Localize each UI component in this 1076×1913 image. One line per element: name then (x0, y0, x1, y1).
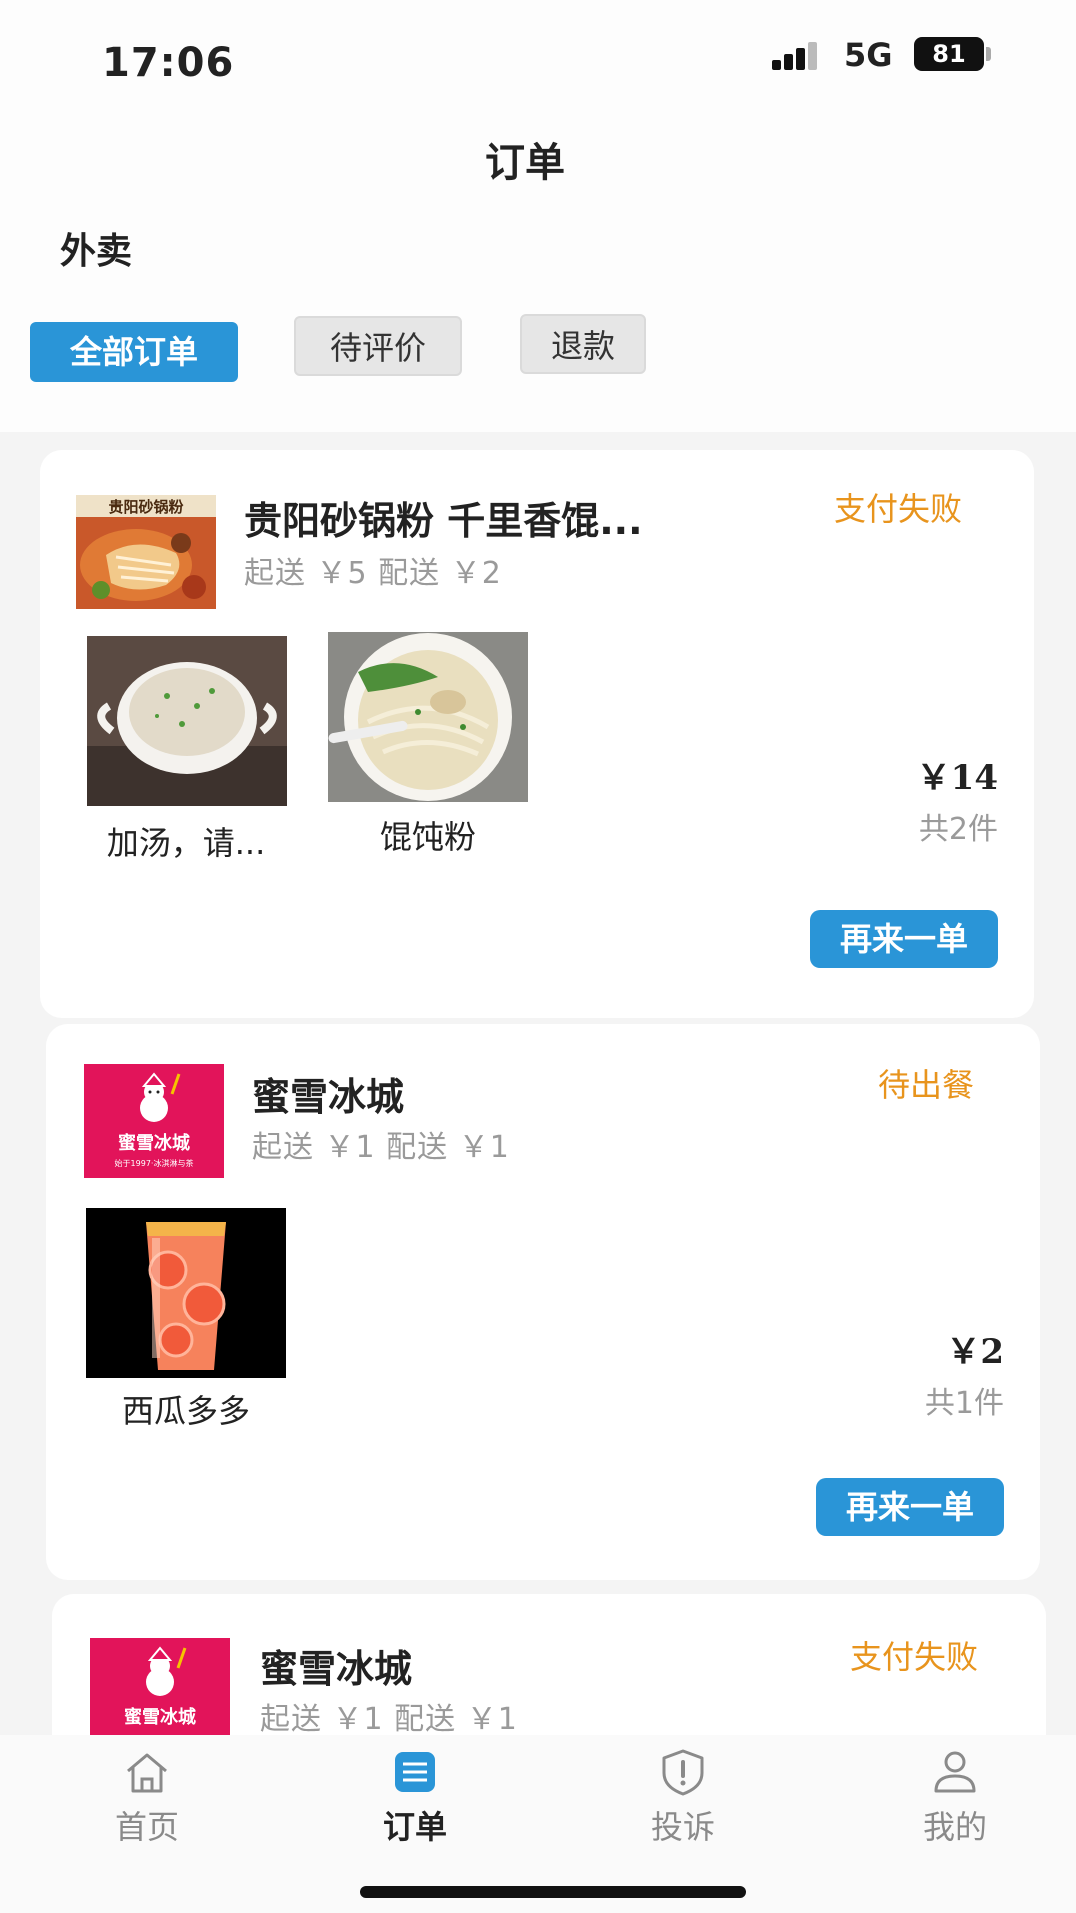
order-total-price: ￥2 (946, 1332, 1004, 1372)
tab-label: 投诉 (650, 1808, 715, 1846)
shop-name[interactable]: 蜜雪冰城 (260, 1638, 412, 1693)
battery-tip (986, 47, 991, 61)
order-status: 支付失败 (850, 1638, 979, 1676)
tab-home[interactable]: 首页 (72, 1747, 222, 1857)
filter-pending-review[interactable]: 待评价 (294, 316, 462, 376)
shop-name[interactable]: 贵阳砂锅粉 千里香馄... (244, 490, 643, 545)
shop-name[interactable]: 蜜雪冰城 (252, 1066, 404, 1121)
header-area: 17:06 5G 81 订单 外卖 全部订单 待评价 退款 (0, 0, 1076, 432)
item-name: 西瓜多多 (121, 1392, 250, 1430)
shop-logo-mixue: 蜜雪冰城 始于1997·冰淇淋与茶 (84, 1064, 224, 1178)
filter-all-orders[interactable]: 全部订单 (30, 322, 238, 382)
order-total-price: ￥14 (916, 758, 998, 798)
order-status: 支付失败 (834, 490, 963, 528)
shop-fees: 起送 ￥1 配送 ￥1 (260, 1702, 518, 1737)
complaint-shield-icon (662, 1749, 704, 1796)
section-label-takeout: 外卖 (60, 231, 133, 272)
item-image-watermelon-drink[interactable] (86, 1208, 286, 1378)
signal-icon (772, 42, 828, 70)
reorder-button[interactable]: 再来一单 (816, 1478, 1004, 1536)
page-title: 订单 (485, 140, 565, 186)
shop-fees: 起送 ￥1 配送 ￥1 (252, 1130, 510, 1165)
order-item-count: 共2件 (918, 812, 998, 847)
order-status: 待出餐 (878, 1066, 975, 1104)
shop-logo: 贵阳砂锅粉 (76, 495, 216, 609)
item-image-soup[interactable] (87, 636, 287, 806)
home-indicator[interactable] (360, 1886, 746, 1898)
svg-text:贵阳砂锅粉: 贵阳砂锅粉 (108, 498, 183, 516)
item-name: 加汤，请... (106, 824, 266, 862)
order-card[interactable]: 贵阳砂锅粉 贵阳砂锅粉 千里香馄... 起送 ￥5 配送 ￥2 支付失败 加汤，… (40, 450, 1034, 1018)
order-list-icon (395, 1752, 435, 1792)
reorder-button[interactable]: 再来一单 (810, 910, 998, 968)
filter-refund[interactable]: 退款 (520, 314, 646, 374)
shop-fees: 起送 ￥5 配送 ￥2 (244, 556, 502, 591)
item-name: 馄饨粉 (379, 818, 476, 856)
home-icon (127, 1753, 167, 1793)
item-image-wonton-noodles[interactable] (328, 632, 528, 802)
tab-label: 首页 (114, 1808, 179, 1846)
tab-complaint[interactable]: 投诉 (608, 1747, 758, 1857)
battery-icon: 81 (914, 37, 984, 71)
tab-orders[interactable]: 订单 (340, 1747, 490, 1857)
tab-label: 我的 (922, 1808, 987, 1846)
network-type: 5G (844, 36, 893, 74)
svg-text:始于1997·冰淇淋与茶: 始于1997·冰淇淋与茶 (115, 1158, 194, 1168)
tab-profile[interactable]: 我的 (880, 1747, 1030, 1857)
svg-text:蜜雪冰城: 蜜雪冰城 (118, 1132, 190, 1154)
order-item-count: 共1件 (924, 1386, 1004, 1421)
tab-label: 订单 (382, 1808, 447, 1846)
order-card[interactable]: 蜜雪冰城 始于1997·冰淇淋与茶 蜜雪冰城 起送 ￥1 配送 ￥1 待出餐 西… (46, 1024, 1040, 1580)
user-profile-icon (934, 1751, 976, 1793)
status-bar: 17:06 5G 81 (0, 0, 1076, 120)
status-time: 17:06 (102, 40, 235, 86)
svg-text:蜜雪冰城: 蜜雪冰城 (124, 1706, 196, 1728)
